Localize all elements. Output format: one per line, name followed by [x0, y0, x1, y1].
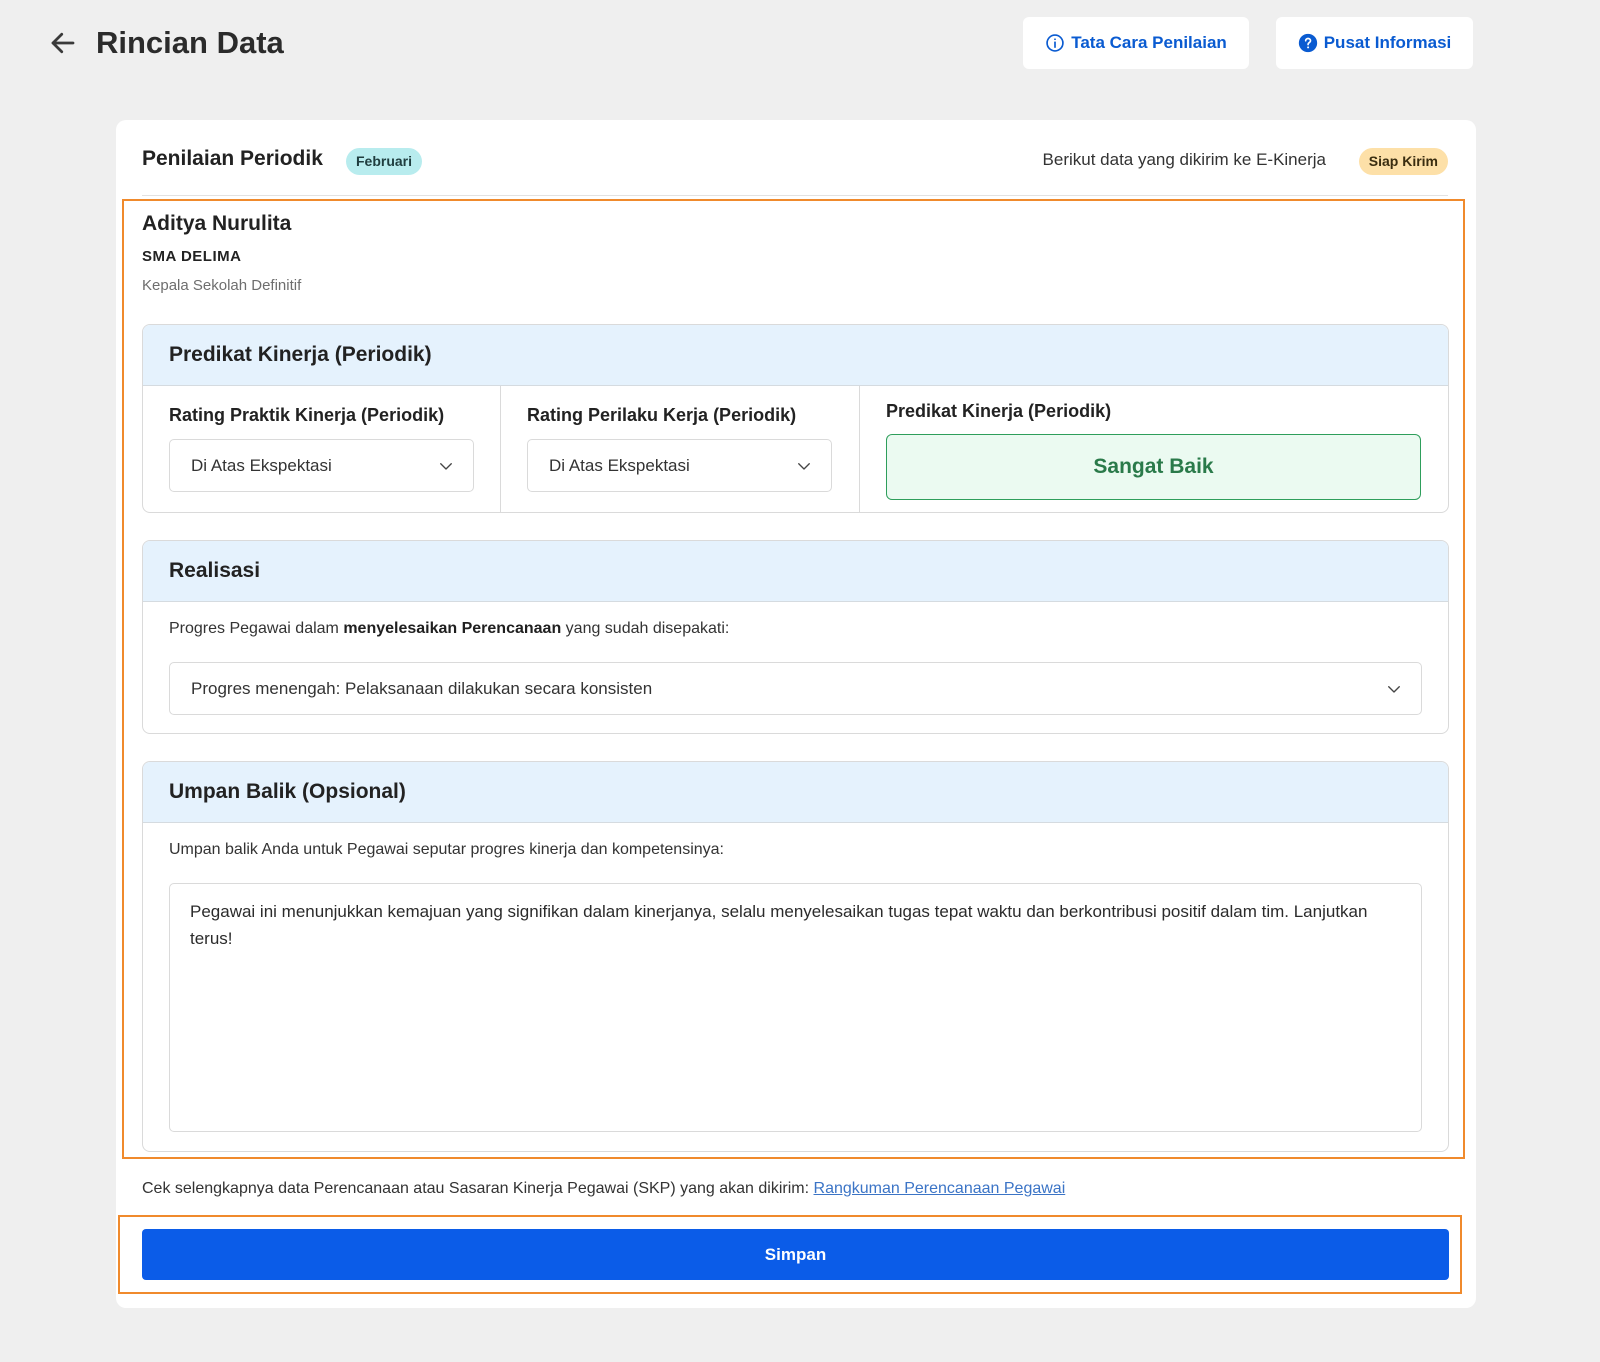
tata-cara-penilaian-label: Tata Cara Penilaian [1071, 33, 1227, 52]
umpan-balik-prompt: Umpan balik Anda untuk Pegawai seputar p… [169, 841, 724, 858]
predikat-result-column: Predikat Kinerja (Periodik) Sangat Baik [860, 386, 1448, 512]
info-icon [1046, 34, 1064, 52]
umpan-balik-panel: Umpan Balik (Opsional) Umpan balik Anda … [142, 761, 1449, 1152]
employee-school: SMA DELIMA [142, 248, 242, 265]
tata-cara-penilaian-button[interactable]: Tata Cara Penilaian [1023, 17, 1249, 69]
help-circle-icon [1298, 33, 1317, 53]
realisasi-prompt: Progres Pegawai dalam menyelesaikan Pere… [169, 620, 729, 638]
umpan-balik-header: Umpan Balik (Opsional) [143, 762, 1448, 823]
chevron-down-icon [798, 462, 810, 470]
rating-praktik-column: Rating Praktik Kinerja (Periodik) Di Ata… [143, 386, 501, 512]
predikat-result-value: Sangat Baik [886, 434, 1421, 500]
realisasi-header: Realisasi [143, 541, 1448, 602]
back-button[interactable] [44, 24, 82, 62]
progress-select[interactable]: Progres menengah: Pelaksanaan dilakukan … [169, 662, 1422, 715]
page-title: Rincian Data [96, 25, 284, 60]
rangkuman-perencanaan-link[interactable]: Rangkuman Perencanaan Pegawai [814, 1180, 1066, 1197]
chevron-down-icon [1388, 685, 1400, 693]
pusat-informasi-label: Pusat Informasi [1323, 33, 1452, 52]
rating-praktik-label: Rating Praktik Kinerja (Periodik) [169, 405, 445, 425]
footer-note: Cek selengkapnya data Perencanaan atau S… [142, 1180, 1065, 1198]
realisasi-prompt-suffix: yang sudah disepakati: [561, 620, 730, 637]
employee-name: Aditya Nurulita [142, 212, 292, 235]
month-badge: Februari [346, 148, 423, 175]
predikat-kinerja-panel: Predikat Kinerja (Periodik) Rating Prakt… [142, 324, 1449, 513]
save-button[interactable]: Simpan [142, 1229, 1449, 1280]
rating-praktik-select[interactable]: Di Atas Ekspektasi [169, 439, 474, 492]
status-badge: Siap Kirim [1358, 148, 1448, 175]
card-header: Penilaian Periodik Februari Berikut data… [142, 120, 1448, 196]
predikat-kinerja-header: Predikat Kinerja (Periodik) [143, 325, 1448, 386]
feedback-textarea[interactable]: Pegawai ini menunjukkan kemajuan yang si… [169, 883, 1422, 1132]
employee-role: Kepala Sekolah Definitif [142, 277, 302, 294]
predikat-result-label: Predikat Kinerja (Periodik) [886, 401, 1112, 421]
rating-perilaku-select[interactable]: Di Atas Ekspektasi [527, 439, 832, 492]
progress-select-value: Progres menengah: Pelaksanaan dilakukan … [191, 678, 653, 698]
rating-perilaku-label: Rating Perilaku Kerja (Periodik) [527, 405, 797, 425]
card-title: Penilaian Periodik [142, 147, 323, 170]
rating-perilaku-column: Rating Perilaku Kerja (Periodik) Di Atas… [501, 386, 860, 512]
rating-perilaku-value: Di Atas Ekspektasi [549, 455, 690, 475]
card-header-note: Berikut data yang dikirim ke E-Kinerja [1042, 150, 1326, 169]
pusat-informasi-button[interactable]: Pusat Informasi [1276, 17, 1473, 69]
chevron-down-icon [440, 462, 452, 470]
realisasi-prompt-bold: menyelesaikan Perencanaan [343, 620, 562, 637]
arrow-left-icon [51, 32, 75, 54]
realisasi-panel: Realisasi Progres Pegawai dalam menyeles… [142, 540, 1449, 734]
rating-praktik-value: Di Atas Ekspektasi [191, 455, 332, 475]
footer-note-text: Cek selengkapnya data Perencanaan atau S… [142, 1180, 814, 1197]
realisasi-prompt-prefix: Progres Pegawai dalam [169, 620, 344, 637]
